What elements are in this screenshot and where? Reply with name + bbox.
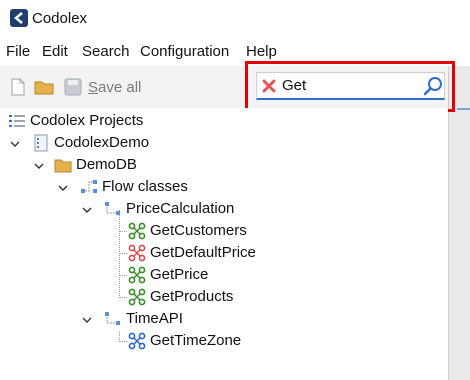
menu-file[interactable]: File [6, 43, 30, 60]
save-all-button[interactable]: Save all [88, 79, 141, 96]
tree-method[interactable]: GetPrice [128, 264, 328, 286]
tree-database[interactable]: DemoDB [54, 154, 254, 176]
tree-method[interactable]: GetProducts [128, 286, 328, 308]
folder-icon [54, 159, 72, 173]
codolex-logo-icon [10, 9, 28, 27]
class-label: PriceCalculation [126, 200, 235, 217]
tree-connector [119, 210, 120, 298]
flow-classes-label: Flow classes [102, 178, 188, 195]
flow-red-icon [128, 244, 146, 262]
tree-class-timeapi[interactable]: TimeAPI [104, 308, 304, 330]
tree-connector [119, 341, 127, 342]
method-label: GetCustomers [150, 222, 247, 239]
tree-root[interactable]: Codolex Projects [8, 110, 208, 132]
projects-list-icon [9, 115, 25, 127]
flow-green-icon [128, 266, 146, 284]
menu-search[interactable]: Search [82, 43, 130, 60]
tree-root-label: Codolex Projects [30, 112, 144, 129]
tree-flow-classes[interactable]: Flow classes [80, 176, 280, 198]
search-input[interactable]: Get [256, 72, 445, 100]
menu-help[interactable]: Help [246, 43, 277, 60]
method-label: GetTimeZone [150, 332, 242, 349]
menu-edit[interactable]: Edit [42, 43, 68, 60]
project-label: CodolexDemo [54, 134, 150, 151]
tree-connector [119, 253, 127, 254]
tree-connector [119, 275, 127, 276]
method-label: GetProducts [150, 288, 234, 305]
project-icon [34, 134, 48, 152]
menu-configuration[interactable]: Configuration [140, 43, 229, 60]
database-label: DemoDB [76, 156, 137, 173]
class-label: TimeAPI [126, 310, 183, 327]
new-file-icon[interactable] [8, 77, 28, 97]
flow-green-icon [128, 222, 146, 240]
tree-method[interactable]: GetCustomers [128, 220, 328, 242]
flow-class-icon [105, 202, 120, 215]
tree-connector [119, 297, 127, 298]
panel-tab-marker [457, 108, 470, 110]
tree-connector [119, 231, 127, 232]
expand-chevron-icon[interactable] [82, 205, 92, 215]
search-value: Get [282, 77, 307, 94]
expand-chevron-icon[interactable] [34, 161, 44, 171]
flow-green-icon [128, 288, 146, 306]
flow-group-icon [81, 180, 97, 193]
tree-method[interactable]: GetTimeZone [128, 330, 328, 352]
clear-search-icon[interactable] [261, 78, 277, 94]
save-all-icon[interactable] [63, 77, 83, 97]
search-icon[interactable] [423, 76, 443, 96]
method-label: GetDefaultPrice [150, 244, 256, 261]
flow-blue-icon [128, 332, 146, 350]
tree-method[interactable]: GetDefaultPrice [128, 242, 328, 264]
tree-class-pricecalculation[interactable]: PriceCalculation [104, 198, 304, 220]
project-tree: Codolex Projects CodolexDemo DemoDB Flow… [0, 108, 448, 380]
method-label: GetPrice [150, 266, 209, 283]
tree-project[interactable]: CodolexDemo [32, 132, 232, 154]
open-folder-icon[interactable] [34, 77, 54, 97]
flow-class-icon [105, 312, 120, 325]
expand-chevron-icon[interactable] [10, 139, 20, 149]
window-title: Codolex [32, 10, 88, 27]
expand-chevron-icon[interactable] [58, 183, 68, 193]
expand-chevron-icon[interactable] [82, 315, 92, 325]
title-bar: Codolex [0, 0, 470, 38]
right-panel-edge [448, 66, 470, 380]
